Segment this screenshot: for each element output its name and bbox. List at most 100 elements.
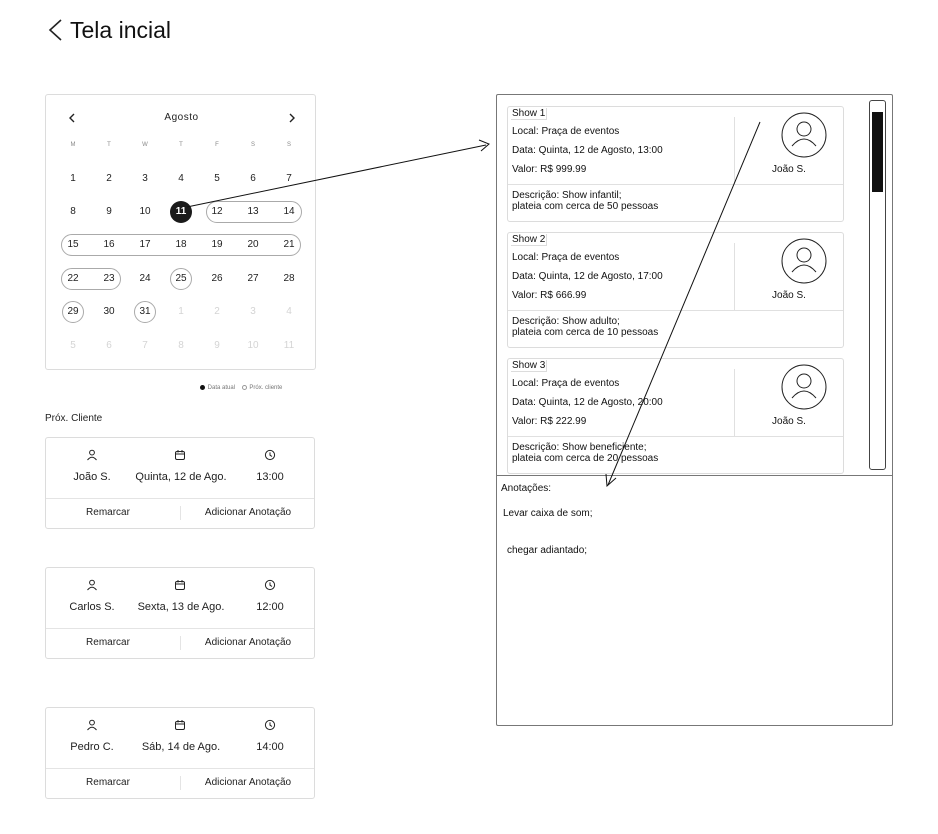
calendar-day[interactable]: 3 [242,301,264,323]
calendar-day[interactable]: 31 [134,301,156,323]
user-avatar-icon [781,238,827,284]
reschedule-button[interactable]: Remarcar [60,637,156,648]
weekday-label: S [286,142,291,148]
client-date: Quinta, 12 de Ago. [135,471,227,483]
calendar-day[interactable]: 2 [206,301,228,323]
client-date: Sáb, 14 de Ago. [141,741,221,753]
calendar-day[interactable]: 14 [278,201,300,223]
calendar-day[interactable]: 30 [98,301,120,323]
card-divider [180,636,181,650]
next-month-icon[interactable] [286,111,298,125]
card-divider [508,310,843,311]
calendar-day[interactable]: 9 [206,335,228,357]
client-card: Carlos S. Sexta, 13 de Ago. 12:00 Remarc… [45,567,315,659]
calendar-day[interactable]: 20 [242,234,264,256]
calendar-day[interactable]: 5 [206,168,228,190]
calendar-day[interactable]: 5 [62,335,84,357]
card-divider [508,436,843,437]
calendar-day[interactable]: 22 [62,268,84,290]
calendar-day[interactable]: 10 [242,335,264,357]
card-divider [46,768,314,769]
calendar-legend: Data atual Próx. cliente [200,385,282,391]
calendar-day[interactable]: 23 [98,268,120,290]
calendar-day[interactable]: 10 [134,201,156,223]
next-client-heading: Próx. Cliente [45,413,103,424]
back-chevron-icon[interactable] [46,18,66,42]
calendar-day[interactable]: 21 [278,234,300,256]
add-note-button[interactable]: Adicionar Anotação [196,507,300,518]
calendar-day[interactable]: 6 [242,168,264,190]
reschedule-button[interactable]: Remarcar [60,507,156,518]
calendar-day[interactable]: 2 [98,168,120,190]
weekday-label: S [250,142,255,148]
calendar-day[interactable]: 12 [206,201,228,223]
note-line[interactable]: Levar caixa de som; [503,508,593,519]
calendar-day[interactable]: 29 [62,301,84,323]
calendar-day[interactable]: 4 [278,301,300,323]
calendar-day[interactable]: 19 [206,234,228,256]
show-card[interactable]: Show 1 Local: Praça de eventos Data: Qui… [507,106,844,222]
show-date: Data: Quinta, 12 de Agosto, 17:00 [512,271,663,282]
user-avatar-icon [781,112,827,158]
show-client-name: João S. [772,290,806,301]
calendar-day[interactable]: 3 [134,168,156,190]
calendar: Agosto M T W T F S S 1 2 3 4 5 6 7 8 9 1… [45,94,316,370]
user-avatar-icon [781,364,827,410]
calendar-day[interactable]: 15 [62,234,84,256]
calendar-day[interactable]: 1 [62,168,84,190]
card-divider [180,776,181,790]
calendar-day[interactable]: 13 [242,201,264,223]
show-location: Local: Praça de eventos [512,252,620,263]
client-time: 12:00 [256,601,284,613]
clock-icon [264,719,276,731]
calendar-day[interactable]: 8 [170,335,192,357]
calendar-day[interactable]: 11 [278,335,300,357]
calendar-day[interactable]: 1 [170,301,192,323]
calendar-day[interactable]: 24 [134,268,156,290]
add-note-button[interactable]: Adicionar Anotação [196,777,300,788]
show-client-name: João S. [772,164,806,175]
client-card: Pedro C. Sáb, 14 de Ago. 14:00 Remarcar … [45,707,315,799]
show-description: Descrição: Show infantil; plateia com ce… [512,190,659,212]
calendar-day[interactable]: 26 [206,268,228,290]
current-date-day[interactable]: 11 [170,201,192,223]
calendar-day[interactable]: 18 [170,234,192,256]
calendar-day[interactable]: 7 [134,335,156,357]
show-value: Valor: R$ 666.99 [512,290,587,301]
calendar-day[interactable]: 25 [170,268,192,290]
calendar-day[interactable]: 8 [62,201,84,223]
calendar-day[interactable]: 6 [98,335,120,357]
weekday-label: T [107,142,111,148]
client-card: João S. Quinta, 12 de Ago. 13:00 Remarca… [45,437,315,529]
show-title: Show 1 [511,108,548,120]
show-card[interactable]: Show 2 Local: Praça de eventos Data: Qui… [507,232,844,348]
client-time: 14:00 [256,741,284,753]
calendar-day[interactable]: 27 [242,268,264,290]
notes-heading: Anotações: [501,483,552,494]
show-date: Data: Quinta, 12 de Agosto, 20:00 [512,397,663,408]
show-card[interactable]: Show 3 Local: Praça de eventos Data: Qui… [507,358,844,474]
client-name: Pedro C. [70,741,114,753]
scrollbar-thumb[interactable] [872,112,883,192]
calendar-day[interactable]: 4 [170,168,192,190]
show-description: Descrição: Show beneficiente; plateia co… [512,442,659,464]
clock-icon [264,579,276,591]
card-divider [508,184,843,185]
calendar-day[interactable]: 9 [98,201,120,223]
note-line[interactable]: chegar adiantado; [507,545,587,556]
legend-current-label: Data atual [207,385,236,392]
show-value: Valor: R$ 999.99 [512,164,587,175]
calendar-icon [175,450,185,460]
show-value: Valor: R$ 222.99 [512,416,587,427]
calendar-day[interactable]: 17 [134,234,156,256]
weekday-label: W [142,142,148,148]
calendar-day[interactable]: 16 [98,234,120,256]
show-description: Descrição: Show adulto; plateia com cerc… [512,316,659,338]
calendar-day[interactable]: 28 [278,268,300,290]
card-divider [46,628,314,629]
show-title: Show 2 [511,234,548,246]
current-date-dot-icon [200,385,205,390]
reschedule-button[interactable]: Remarcar [60,777,156,788]
add-note-button[interactable]: Adicionar Anotação [196,637,300,648]
calendar-day[interactable]: 7 [278,168,300,190]
